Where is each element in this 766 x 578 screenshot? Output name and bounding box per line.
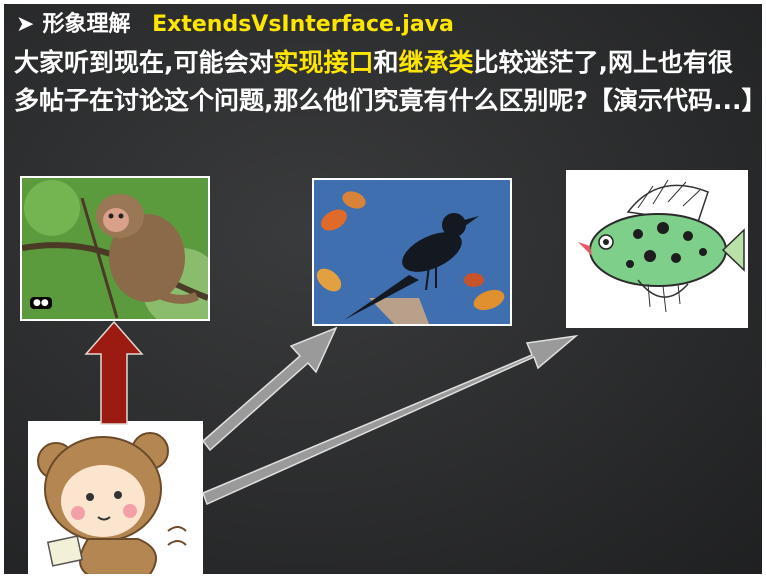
interface-arrow-bird: [201, 326, 338, 452]
inherit-arrow: [84, 320, 144, 425]
interface-arrow-fish: [202, 334, 579, 506]
slide: ➤ 形象理解 ExtendsVsInterface.java 大家听到现在,可能会…: [4, 4, 762, 574]
relationship-arrows: [84, 320, 579, 506]
